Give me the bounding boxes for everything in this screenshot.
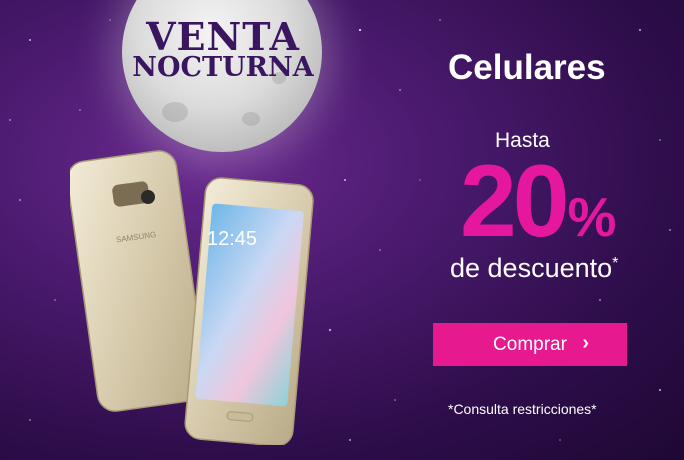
buy-button[interactable]: Comprar › (433, 323, 627, 366)
brand-logo: VENTA NOCTURNA (128, 14, 318, 83)
discount-value: 20% (460, 150, 616, 252)
category-title: Celulares (448, 48, 606, 87)
discount-suffix-text: de descuento (450, 253, 613, 283)
brand-line-2: NOCTURNA (132, 52, 314, 83)
phone-screen-time: 12:45 (207, 228, 257, 250)
phone-back: SAMSUNG (70, 150, 208, 412)
discount-number: 20 (460, 144, 569, 258)
brand-line-1: VENTA (146, 14, 300, 59)
discount-asterisk: * (612, 255, 619, 272)
promo-banner[interactable]: VENTA NOCTURNA SAMSUNG 12:45 Celulares H… (0, 0, 684, 460)
phones-image: SAMSUNG 12:45 (70, 150, 314, 445)
discount-symbol: % (567, 186, 617, 248)
phone-front: 12:45 (184, 177, 314, 445)
chevron-right-icon: › (582, 332, 589, 354)
discount-suffix: de descuento* (450, 253, 618, 284)
restrictions-note[interactable]: *Consulta restricciones* (448, 401, 597, 417)
buy-button-label: Comprar (493, 333, 567, 355)
